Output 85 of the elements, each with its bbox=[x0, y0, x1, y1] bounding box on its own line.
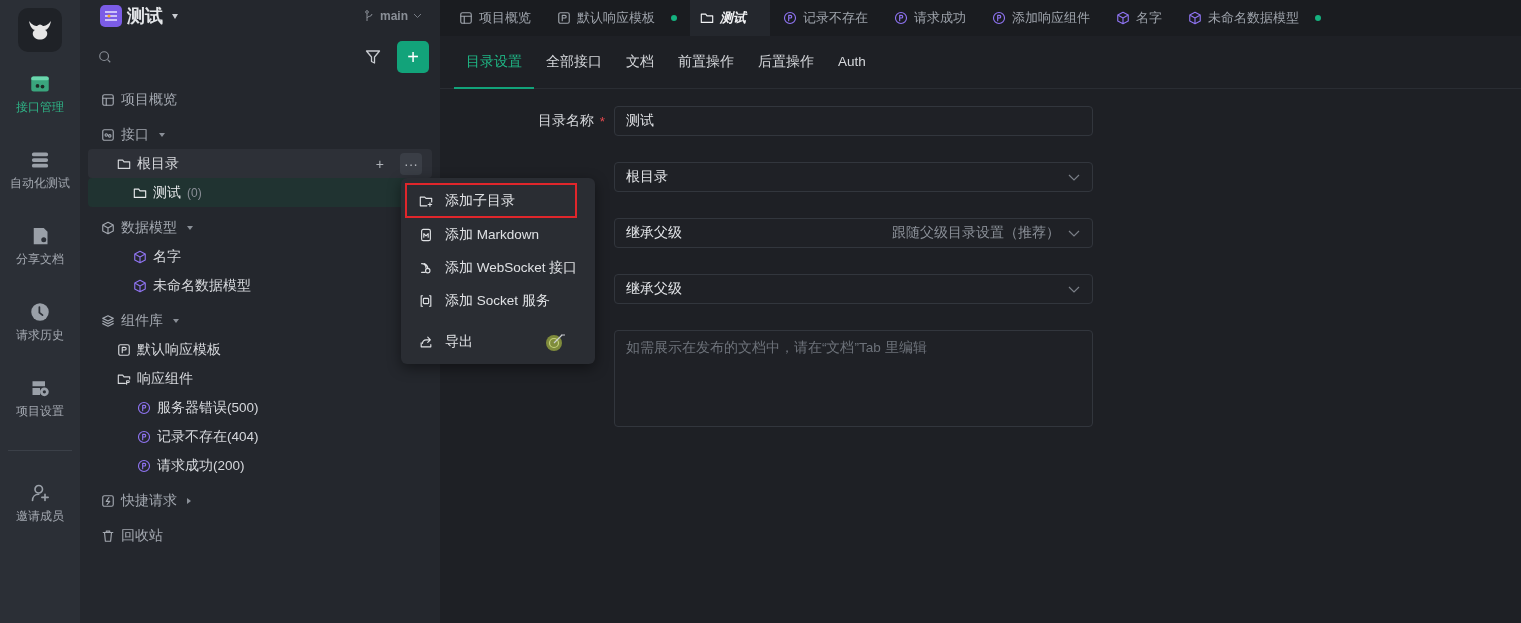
badge-icon bbox=[992, 11, 1006, 25]
tab[interactable]: 添加响应组件 bbox=[979, 0, 1103, 36]
badge-icon bbox=[783, 11, 797, 25]
nav-item[interactable]: 接口管理 bbox=[16, 70, 64, 146]
folder-plus-icon bbox=[419, 193, 433, 208]
subtab[interactable]: 目录设置 bbox=[454, 36, 534, 89]
caret-icon[interactable] bbox=[173, 318, 179, 323]
api-icon bbox=[101, 127, 115, 142]
nav-item[interactable]: 邀请成员 bbox=[16, 479, 64, 555]
layout-icon bbox=[101, 92, 115, 107]
app-logo[interactable] bbox=[18, 8, 62, 52]
tree-item[interactable]: 响应组件 bbox=[88, 364, 432, 393]
tree-item[interactable]: 项目概览 bbox=[88, 85, 432, 114]
select-hint: 跟随父级目录设置（推荐） bbox=[892, 224, 1060, 242]
tree-item[interactable]: 快捷请求 bbox=[88, 486, 432, 515]
tree-item[interactable]: 请求成功(200) bbox=[88, 451, 432, 480]
filter-icon[interactable] bbox=[365, 49, 381, 65]
layers-icon bbox=[101, 313, 115, 328]
chevron-down-icon bbox=[1068, 285, 1080, 293]
folder-icon bbox=[117, 156, 131, 171]
tab[interactable]: 测试 bbox=[690, 0, 770, 36]
name-field[interactable]: 测试 bbox=[614, 106, 1093, 136]
field-label: 目录名称 bbox=[537, 112, 594, 130]
select-field[interactable]: 继承父级 bbox=[614, 274, 1093, 304]
menu-item[interactable]: 添加子目录 bbox=[405, 183, 577, 218]
project-name[interactable]: 测试 bbox=[127, 4, 163, 28]
required-mark: * bbox=[599, 113, 605, 129]
subtab[interactable]: 全部接口 bbox=[534, 36, 614, 89]
add-action[interactable]: + bbox=[371, 152, 388, 175]
server-icon bbox=[30, 150, 50, 170]
tab[interactable]: 记录不存在 bbox=[770, 0, 881, 36]
clock-icon bbox=[30, 302, 50, 322]
layout-icon bbox=[459, 11, 473, 25]
branch-selector[interactable]: main bbox=[380, 9, 408, 23]
caret-icon[interactable] bbox=[172, 13, 178, 19]
badge-icon bbox=[137, 429, 151, 444]
subtab[interactable]: 文档 bbox=[614, 36, 666, 89]
folder-icon bbox=[700, 11, 714, 25]
subtab[interactable]: 后置操作 bbox=[746, 36, 826, 89]
tree-item[interactable]: 根目录 + ··· bbox=[88, 149, 432, 178]
tree-item[interactable]: 服务器错误(500) bbox=[88, 393, 432, 422]
file-icon bbox=[419, 227, 433, 242]
folder-icon bbox=[117, 371, 131, 386]
nav-item[interactable]: 分享文档 bbox=[16, 222, 64, 298]
trash-icon bbox=[101, 528, 115, 543]
tab[interactable]: 项目概览 bbox=[446, 0, 544, 36]
tree-item[interactable]: 回收站 bbox=[88, 521, 432, 550]
target-icon bbox=[545, 331, 567, 352]
export-icon bbox=[419, 334, 433, 349]
chevron-down-icon[interactable] bbox=[413, 13, 422, 19]
tree-item[interactable]: 记录不存在(404) bbox=[88, 422, 432, 451]
cube-icon bbox=[133, 278, 147, 293]
tab[interactable]: 请求成功 bbox=[881, 0, 979, 36]
tree-item[interactable]: 接口 bbox=[88, 120, 432, 149]
subtab[interactable]: 前置操作 bbox=[666, 36, 746, 89]
cube-icon bbox=[1188, 11, 1202, 25]
badge-icon bbox=[894, 11, 908, 25]
branch-icon bbox=[364, 10, 375, 22]
add-user-icon bbox=[30, 483, 50, 503]
badge-icon bbox=[137, 400, 151, 415]
select-field[interactable]: 根目录 bbox=[614, 162, 1093, 192]
badge-icon bbox=[137, 458, 151, 473]
chevron-down-icon bbox=[1068, 229, 1080, 237]
folder-icon bbox=[133, 185, 147, 200]
cube-icon bbox=[133, 249, 147, 264]
nav-item[interactable]: 自动化测试 bbox=[10, 146, 70, 222]
nav-item[interactable]: 请求历史 bbox=[16, 298, 64, 374]
tab[interactable]: 默认响应模板 bbox=[544, 0, 690, 36]
project-icon bbox=[100, 5, 122, 27]
nav-item[interactable]: 项目设置 bbox=[16, 374, 64, 450]
subtab[interactable]: Auth bbox=[826, 36, 878, 89]
caret-icon[interactable] bbox=[159, 132, 165, 137]
select-field[interactable]: 继承父级 跟随父级目录设置（推荐） bbox=[614, 218, 1093, 248]
api-folder-icon bbox=[30, 74, 50, 94]
chevron-down-icon bbox=[1068, 173, 1080, 181]
more-action[interactable]: ··· bbox=[400, 152, 422, 175]
tab[interactable]: 未命名数据模型 bbox=[1175, 0, 1334, 36]
cube-icon bbox=[101, 220, 115, 235]
tab[interactable]: 名字 bbox=[1103, 0, 1175, 36]
settings-icon bbox=[30, 378, 50, 398]
cube-icon bbox=[1116, 11, 1130, 25]
caret-icon[interactable] bbox=[187, 225, 193, 230]
caret-icon[interactable] bbox=[187, 497, 191, 504]
search-icon bbox=[98, 50, 112, 64]
lightning-icon bbox=[101, 493, 115, 508]
